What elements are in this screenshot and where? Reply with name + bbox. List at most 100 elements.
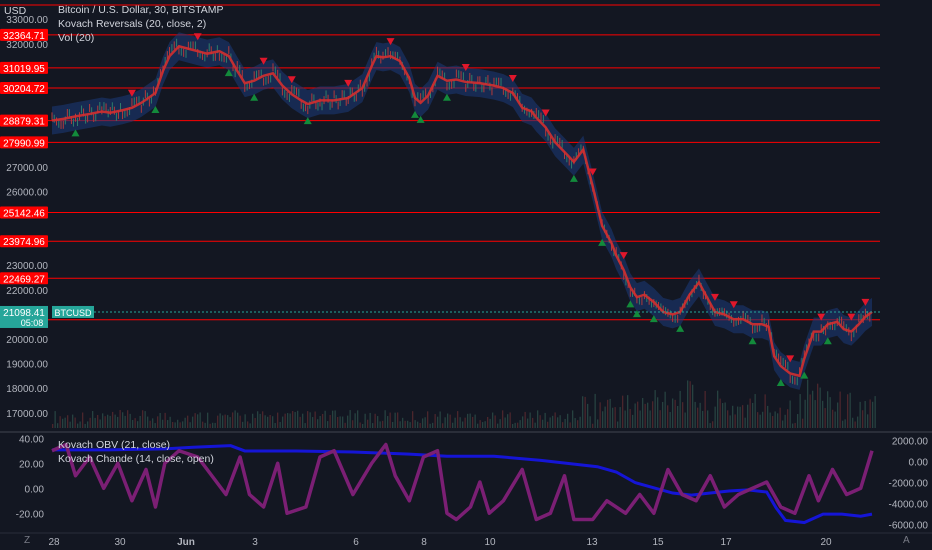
volume-bar xyxy=(854,421,856,428)
volume-bar xyxy=(59,416,61,428)
volume-bar xyxy=(169,416,171,428)
volume-bar xyxy=(327,421,329,428)
volume-bar xyxy=(492,412,494,428)
volume-bar xyxy=(632,414,634,428)
volume-bar xyxy=(177,419,179,428)
volume-bar xyxy=(82,412,84,428)
volume-bar xyxy=(417,421,419,428)
volume-bar xyxy=(544,412,546,428)
volume-bar xyxy=(859,401,861,428)
volume-bar xyxy=(732,405,734,428)
volume-bar xyxy=(167,420,169,428)
volume-bar xyxy=(769,412,771,428)
volume-bar xyxy=(804,399,806,428)
time-tick-label: 8 xyxy=(421,537,427,548)
volume-bar xyxy=(572,410,574,428)
volume-bar xyxy=(117,416,119,428)
volume-bar xyxy=(392,421,394,428)
volume-bar xyxy=(367,419,369,428)
chart-title[interactable]: Bitcoin / U.S. Dollar, 30, BITSTAMP xyxy=(58,3,224,17)
volume-bar xyxy=(842,420,844,428)
volume-bar xyxy=(322,413,324,428)
volume-bar xyxy=(77,423,79,428)
volume-bar xyxy=(362,423,364,428)
volume-bar xyxy=(149,420,151,428)
volume-bar xyxy=(522,416,524,428)
volume-bar xyxy=(497,423,499,428)
volume-bar xyxy=(757,412,759,428)
volume-bar xyxy=(124,415,126,428)
volume-bar xyxy=(462,421,464,428)
volume-bar xyxy=(579,416,581,428)
volume-bar xyxy=(99,419,101,428)
volume-bar xyxy=(532,417,534,428)
volume-bar xyxy=(524,411,526,428)
volume-bar xyxy=(159,413,161,428)
volume-bar xyxy=(364,413,366,428)
volume-bar xyxy=(852,417,854,428)
volume-bar xyxy=(692,384,694,428)
volume-bar xyxy=(142,410,144,428)
legend-kovach-obv[interactable]: Kovach OBV (21, close) xyxy=(58,438,214,452)
volume-bar xyxy=(237,412,239,428)
volume-bar xyxy=(319,415,321,428)
volume-bar xyxy=(134,418,136,428)
volume-bar xyxy=(102,413,104,428)
volume-bar xyxy=(829,397,831,428)
volume-bar xyxy=(387,416,389,428)
volume-bar xyxy=(249,423,251,428)
volume-bar xyxy=(657,397,659,428)
volume-bar xyxy=(824,408,826,428)
volume-bar xyxy=(542,419,544,428)
volume-bar xyxy=(119,410,121,428)
volume-bar xyxy=(469,413,471,428)
auto-scale-icon[interactable]: A xyxy=(903,535,910,546)
timezone-icon[interactable]: Z xyxy=(24,535,30,546)
volume-bar xyxy=(224,414,226,428)
legend-volume[interactable]: Vol (20) xyxy=(58,31,224,45)
volume-bar xyxy=(844,419,846,428)
time-tick-label: 28 xyxy=(48,537,60,548)
volume-bar xyxy=(337,416,339,428)
volume-bar xyxy=(599,402,601,428)
legend-kovach-chande[interactable]: Kovach Chande (14, close, open) xyxy=(58,452,214,466)
volume-bar xyxy=(754,394,756,428)
volume-bar xyxy=(649,410,651,428)
volume-bar xyxy=(719,398,721,428)
volume-bar xyxy=(802,418,804,428)
volume-bar xyxy=(707,410,709,428)
volume-bar xyxy=(562,422,564,428)
volume-bar xyxy=(807,379,809,428)
price-tick-label: 17000.00 xyxy=(6,409,48,420)
volume-bar xyxy=(109,415,111,428)
volume-bar xyxy=(874,396,876,428)
volume-bar xyxy=(614,407,616,428)
volume-bar xyxy=(547,421,549,428)
volume-bar xyxy=(662,401,664,428)
volume-bar xyxy=(472,416,474,428)
volume-bar xyxy=(179,422,181,428)
volume-bar xyxy=(227,415,229,428)
volume-bar xyxy=(137,421,139,428)
volume-bar xyxy=(292,411,294,428)
volume-bar xyxy=(414,420,416,428)
legend-kovach-reversals[interactable]: Kovach Reversals (20, close, 2) xyxy=(58,17,224,31)
chart-canvas[interactable]: 17000.0018000.0019000.0020000.0021000.00… xyxy=(0,0,932,550)
lower-legend: Kovach OBV (21, close) Kovach Chande (14… xyxy=(58,438,214,466)
level-label: 30204.72 xyxy=(3,84,45,95)
volume-bar xyxy=(359,422,361,428)
volume-bar xyxy=(527,418,529,428)
volume-bar xyxy=(567,413,569,428)
volume-bar xyxy=(284,413,286,428)
volume-bar xyxy=(794,422,796,428)
volume-bar xyxy=(537,410,539,428)
volume-bar xyxy=(442,423,444,428)
volume-bar xyxy=(437,416,439,428)
volume-bar xyxy=(74,417,76,428)
volume-bar xyxy=(789,400,791,428)
volume-bar xyxy=(622,395,624,428)
volume-bar xyxy=(834,411,836,428)
volume-bar xyxy=(277,412,279,428)
volume-bar xyxy=(132,420,134,428)
volume-bar xyxy=(864,400,866,428)
